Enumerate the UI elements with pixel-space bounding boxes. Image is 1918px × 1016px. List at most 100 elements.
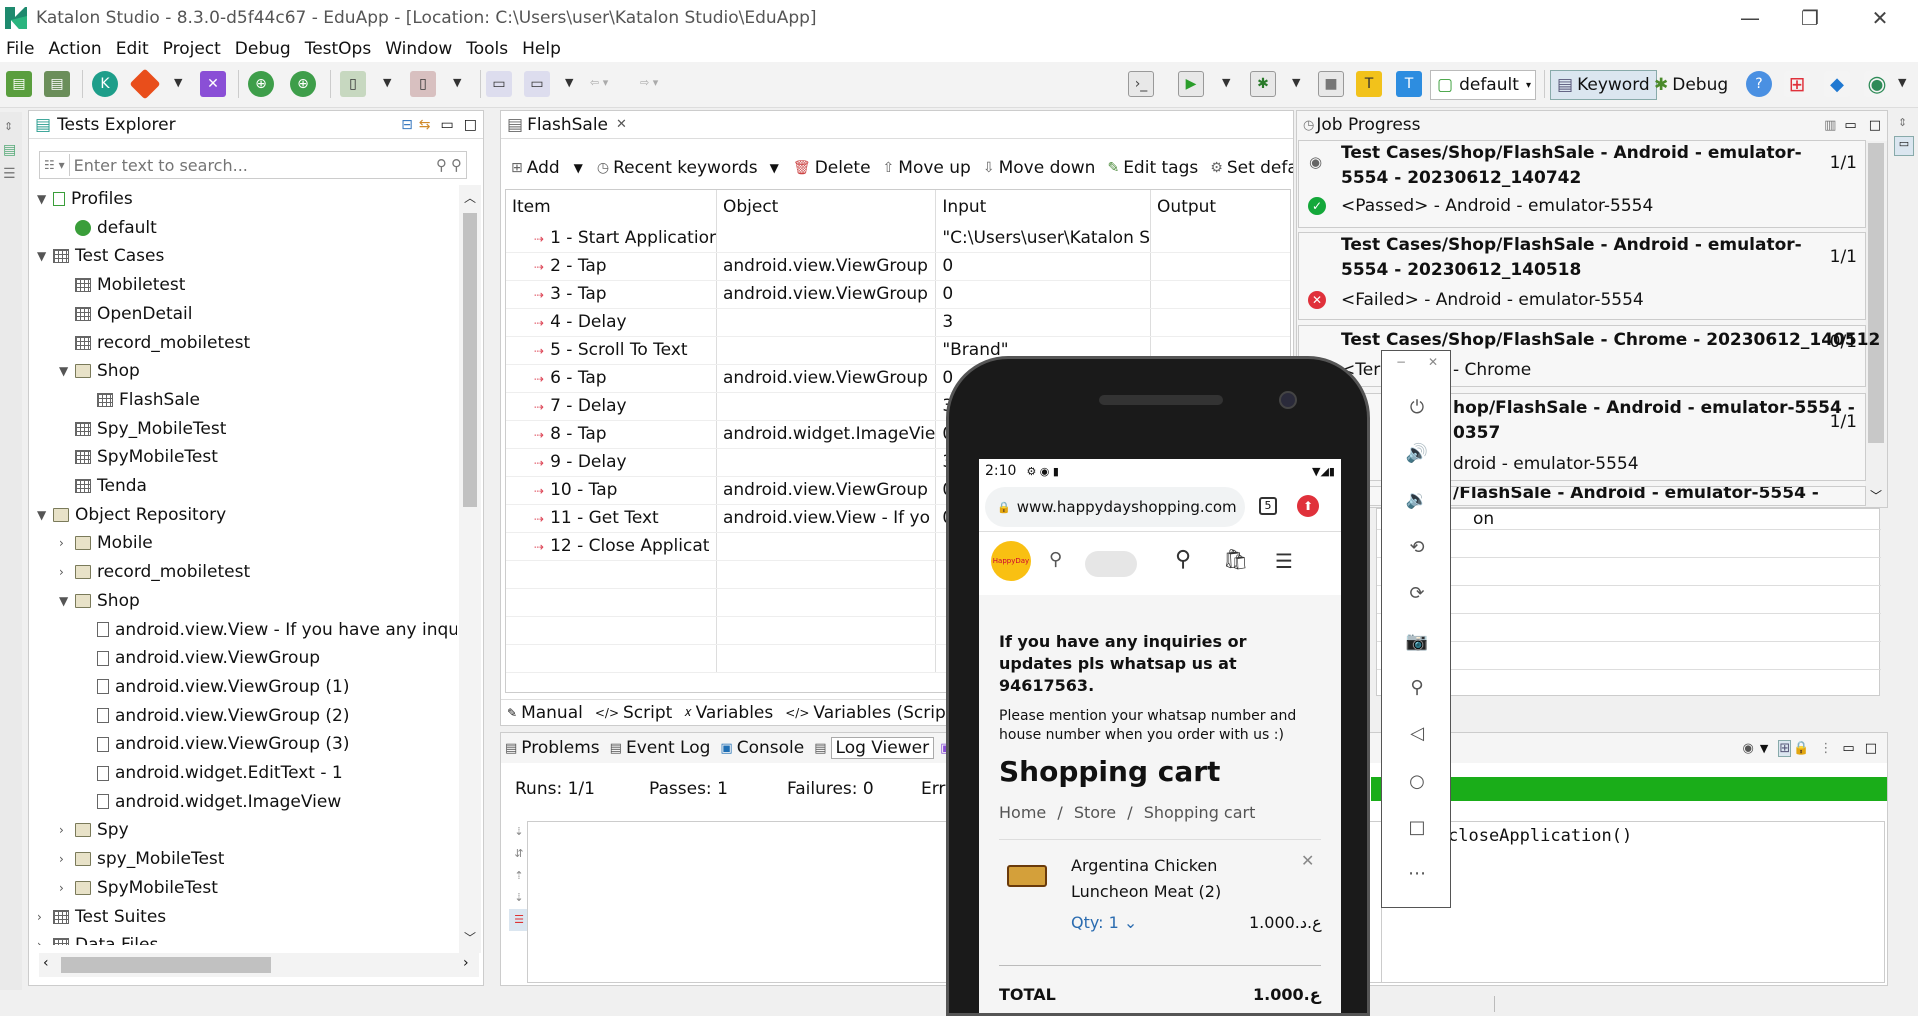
step-item-cell[interactable] [506, 616, 717, 645]
menu-file[interactable]: File [6, 39, 34, 59]
advanced-search-icon[interactable]: ⚲ [451, 156, 462, 174]
maximize-panel-icon[interactable]: □ [464, 117, 477, 133]
tree-item[interactable]: › Data Files [37, 931, 158, 945]
right-view-icon[interactable]: ▭ [1894, 136, 1914, 156]
collapsed-chevron-icon[interactable]: › [37, 938, 53, 945]
tree-item[interactable]: OpenDetail [59, 300, 192, 328]
site-search-small-icon[interactable]: ⚲ [1049, 549, 1062, 570]
step-row[interactable]: ⇢ 4 - Delay 3 [506, 308, 1290, 337]
minimize-jobs-icon[interactable]: ▭ [1844, 118, 1856, 133]
step-row[interactable]: ⇢ 3 - Tap android.view.ViewGroup 0 [506, 280, 1290, 309]
run-dropdown-icon[interactable]: ▼ [1222, 76, 1230, 89]
mobile-record-dropdown-icon[interactable]: ▼ [383, 76, 391, 89]
column-item[interactable]: Item [506, 190, 717, 224]
product-thumbnail[interactable] [1007, 865, 1047, 887]
step-object-cell[interactable]: android.view.ViewGroup [716, 252, 937, 281]
web-spy-icon[interactable]: ⊕ [290, 71, 316, 97]
filter-icon[interactable]: ☷ ▾ [44, 158, 65, 172]
prev-failure-icon[interactable]: ⇡ [509, 865, 529, 887]
step-object-cell[interactable]: android.view.ViewGroup [716, 364, 937, 393]
tree-item[interactable]: default [59, 214, 157, 242]
step-output-cell[interactable] [1150, 308, 1290, 337]
move-up-button[interactable]: Move up [898, 158, 971, 178]
tree-item[interactable]: Mobiletest [59, 271, 185, 299]
minimize-button[interactable]: — [1720, 0, 1780, 36]
katalon-store-icon[interactable]: K [92, 71, 118, 97]
console-tab[interactable]: Console [737, 738, 805, 758]
job-progress-scroll-thumb[interactable] [1868, 143, 1884, 443]
profile-select[interactable]: ▢ default ▾ [1430, 70, 1536, 100]
event-log-tab[interactable]: Event Log [626, 738, 710, 758]
forward-nav-icon[interactable]: ⇨ ▾ [640, 76, 658, 89]
variables-tab[interactable]: Variables [696, 703, 774, 723]
home-icon[interactable]: ○ [1404, 769, 1430, 795]
notification-icon[interactable]: ◆ [1824, 71, 1850, 97]
collapsed-chevron-icon[interactable]: › [59, 881, 75, 895]
step-item-cell[interactable]: ⇢ 2 - Tap [506, 252, 717, 281]
tree-item[interactable]: ▼ Shop [59, 587, 140, 615]
log-viewer-tab[interactable]: Log Viewer [830, 737, 935, 759]
qty-select[interactable]: Qty: 1 ⌄ [1071, 913, 1137, 932]
step-object-cell[interactable] [716, 588, 937, 617]
tree-item[interactable]: android.view.ViewGroup (3) [81, 730, 350, 758]
menu-action[interactable]: Action [48, 39, 101, 59]
tree-item[interactable]: android.widget.ImageView [81, 788, 341, 816]
step-object-cell[interactable] [716, 448, 937, 477]
tree-item[interactable]: › Spy [59, 816, 129, 844]
tree-item[interactable]: record_mobiletest [59, 329, 250, 357]
step-input-cell[interactable]: "C:\Users\user\Katalon S [935, 224, 1152, 253]
delete-button[interactable]: Delete [815, 158, 871, 178]
desktop-spy-icon[interactable]: ▭ [524, 71, 550, 97]
cart-icon[interactable]: 🛍 [1223, 547, 1248, 571]
volume-up-icon[interactable]: 🔊 [1404, 441, 1430, 467]
collapsed-chevron-icon[interactable]: › [59, 565, 75, 579]
mobile-spy-dropdown-icon[interactable]: ▼ [453, 76, 461, 89]
site-logo[interactable]: HappyDay [991, 541, 1031, 581]
tree-item[interactable]: ▼ Shop [59, 357, 140, 385]
git-icon[interactable] [129, 68, 161, 100]
site-search-icon[interactable]: ⚲ [1175, 547, 1191, 572]
step-item-cell[interactable]: ⇢ 11 - Get Text [506, 504, 717, 533]
step-row[interactable]: ⇢ 1 - Start Applicatior "C:\Users\user\Kat… [506, 224, 1290, 253]
set-default-button[interactable]: Set defa [1227, 158, 1293, 178]
menu-testops[interactable]: TestOps [305, 39, 372, 59]
show-failures-only-icon[interactable]: ☰ [509, 909, 529, 931]
git-dropdown-icon[interactable]: ▼ [174, 76, 182, 89]
debug-run-icon[interactable]: ✱ [1250, 71, 1276, 97]
step-item-cell[interactable] [506, 560, 717, 589]
step-item-cell[interactable] [506, 588, 717, 617]
mobile-spy-icon[interactable]: ▯ [410, 71, 436, 97]
browser-url-bar[interactable]: 🔒 www.happydayshopping.com [985, 487, 1245, 527]
job-scroll-down-icon[interactable]: ﹀ [1870, 487, 1882, 504]
column-object[interactable]: Object [716, 190, 937, 224]
edit-tags-button[interactable]: Edit tags [1123, 158, 1198, 178]
tab-count-button[interactable]: 5 [1259, 497, 1277, 515]
step-object-cell[interactable] [716, 224, 937, 253]
step-item-cell[interactable]: ⇢ 3 - Tap [506, 280, 717, 309]
overview-icon[interactable]: □ [1404, 815, 1430, 841]
job-card-2[interactable]: Test Cases/Shop/FlashSale - Android - em… [1298, 232, 1866, 320]
step-item-cell[interactable]: ⇢ 10 - Tap [506, 476, 717, 505]
step-item-cell[interactable]: ⇢ 7 - Delay [506, 392, 717, 421]
product-name[interactable]: Argentina Chicken Luncheon Meat (2) [1071, 853, 1291, 905]
tree-item[interactable]: › Test Suites [37, 903, 166, 931]
scroll-up-icon[interactable]: ︿ [464, 189, 476, 206]
run-icon[interactable]: ▶ [1178, 71, 1204, 97]
expanded-chevron-icon[interactable]: ▼ [59, 364, 75, 378]
step-object-cell[interactable] [716, 532, 937, 561]
recent-keywords-dropdown-icon[interactable]: ▼ [770, 161, 779, 175]
step-object-cell[interactable] [716, 336, 937, 365]
maximize-jobs-icon[interactable]: □ [1869, 118, 1881, 133]
menu-project[interactable]: Project [163, 39, 221, 59]
stack-icon[interactable]: ▤ [3, 142, 16, 158]
lock-icon[interactable]: 🔒 [1793, 741, 1809, 756]
minimize-panel-icon[interactable]: ▭ [441, 117, 454, 133]
desktop-dropdown-icon[interactable]: ▼ [565, 76, 573, 89]
tree-item[interactable]: android.view.View - If you have any inqu [81, 616, 457, 644]
column-input[interactable]: Input [935, 190, 1152, 224]
minimize-results-icon[interactable]: ▭ [1842, 741, 1854, 756]
explorer-hscroll-thumb[interactable] [61, 957, 271, 973]
script-tab[interactable]: Script [623, 703, 672, 723]
keyword-perspective-button[interactable]: ▤ Keyword [1550, 70, 1657, 100]
tree-item[interactable]: android.view.ViewGroup (2) [81, 702, 350, 730]
